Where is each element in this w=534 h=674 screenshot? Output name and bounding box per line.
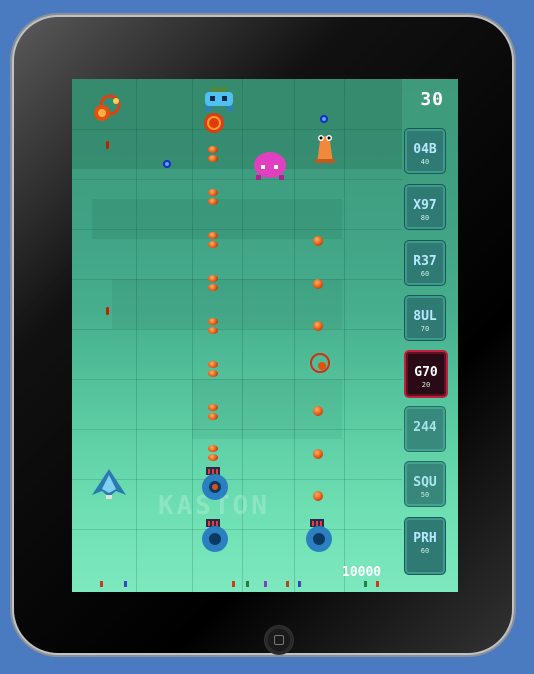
orange-worm-enemy-icon — [315, 135, 335, 163]
wave-counter: 30 — [420, 89, 444, 110]
grid-line — [72, 529, 402, 530]
ground-sprite — [124, 581, 127, 587]
tower-code: R37 — [413, 254, 437, 269]
grid-line — [344, 79, 345, 592]
bullet-pair — [208, 361, 218, 377]
grid-line — [136, 79, 137, 592]
bullet-pair — [208, 275, 218, 291]
grid-line — [72, 329, 402, 330]
ground-sprite — [100, 581, 103, 587]
tower-code: PRH — [413, 531, 437, 546]
bullet-pair — [208, 404, 218, 420]
grid-line — [72, 229, 402, 230]
blue-orb-icon — [163, 160, 171, 168]
bullet — [313, 321, 323, 331]
tower-button-x97[interactable]: X97 80 — [404, 184, 446, 230]
bullet — [313, 279, 323, 289]
tower-cost: 60 — [420, 547, 430, 555]
bullet-pair — [208, 232, 218, 248]
grid-line — [72, 279, 402, 280]
terrain-band — [112, 279, 342, 329]
tower-button-r37[interactable]: R37 60 — [404, 240, 446, 286]
ground-sprite — [364, 581, 367, 587]
tower-cost: 50 — [420, 491, 430, 499]
grid-line — [294, 79, 295, 592]
home-square-icon — [274, 635, 284, 645]
game-screen[interactable]: KASTON 30 10000 04B 40 X97 80 R37 60 8UL… — [72, 79, 458, 592]
cannon-turret-icon[interactable] — [198, 467, 232, 501]
cannon-turret-icon[interactable] — [302, 519, 336, 553]
tower-cost: 40 — [420, 158, 430, 166]
ground-sprite — [376, 581, 379, 587]
tower-button-244[interactable]: 244 — [404, 406, 446, 452]
tower-cost: 60 — [420, 270, 430, 278]
bullet — [313, 449, 323, 459]
tower-code: 244 — [413, 420, 437, 435]
tower-code: X97 — [413, 198, 437, 213]
tower-button-prh[interactable]: PRH 60 — [404, 517, 446, 575]
tower-cost: 20 — [421, 381, 431, 389]
tower-cost: 80 — [420, 214, 430, 222]
bullet-pair — [208, 318, 218, 334]
home-button[interactable] — [264, 625, 294, 655]
ground-sprite — [298, 581, 301, 587]
bullet — [313, 236, 323, 246]
tower-code: SQU — [413, 475, 437, 490]
tower-button-8ul[interactable]: 8UL 70 — [404, 295, 446, 341]
ground-sprite — [246, 581, 249, 587]
ground-sprite — [286, 581, 289, 587]
tower-button-04b[interactable]: 04B 40 — [404, 128, 446, 174]
grid-line — [72, 379, 402, 380]
projectile — [106, 141, 109, 149]
grid-line — [72, 179, 402, 180]
bullet — [313, 491, 323, 501]
bullet — [313, 406, 323, 416]
fire-burst-icon — [204, 113, 224, 133]
tower-code: 04B — [413, 142, 437, 157]
tower-button-squ[interactable]: SQU 50 — [404, 461, 446, 507]
grid-line — [72, 429, 402, 430]
bullet-pair — [208, 189, 218, 205]
tower-cost: 70 — [420, 325, 430, 333]
blue-robot-enemy-icon — [205, 87, 233, 111]
ground-sprite — [264, 581, 267, 587]
blue-orb-icon — [320, 115, 328, 123]
pink-blob-enemy-icon — [254, 152, 286, 180]
impact-ring-icon — [310, 353, 330, 373]
bullet-pair — [208, 445, 218, 461]
tower-code: 8UL — [413, 309, 437, 324]
explosion-icon — [94, 94, 121, 121]
grid-line — [72, 129, 402, 130]
projectile — [106, 307, 109, 315]
tower-button-g70[interactable]: G70 20 — [404, 350, 448, 398]
high-score: 10000 — [342, 565, 382, 580]
cannon-turret-icon[interactable] — [198, 519, 232, 553]
player-ship-icon[interactable] — [90, 469, 128, 501]
tower-code: G70 — [414, 365, 438, 380]
bullet-pair — [208, 146, 218, 162]
ground-sprite — [232, 581, 235, 587]
